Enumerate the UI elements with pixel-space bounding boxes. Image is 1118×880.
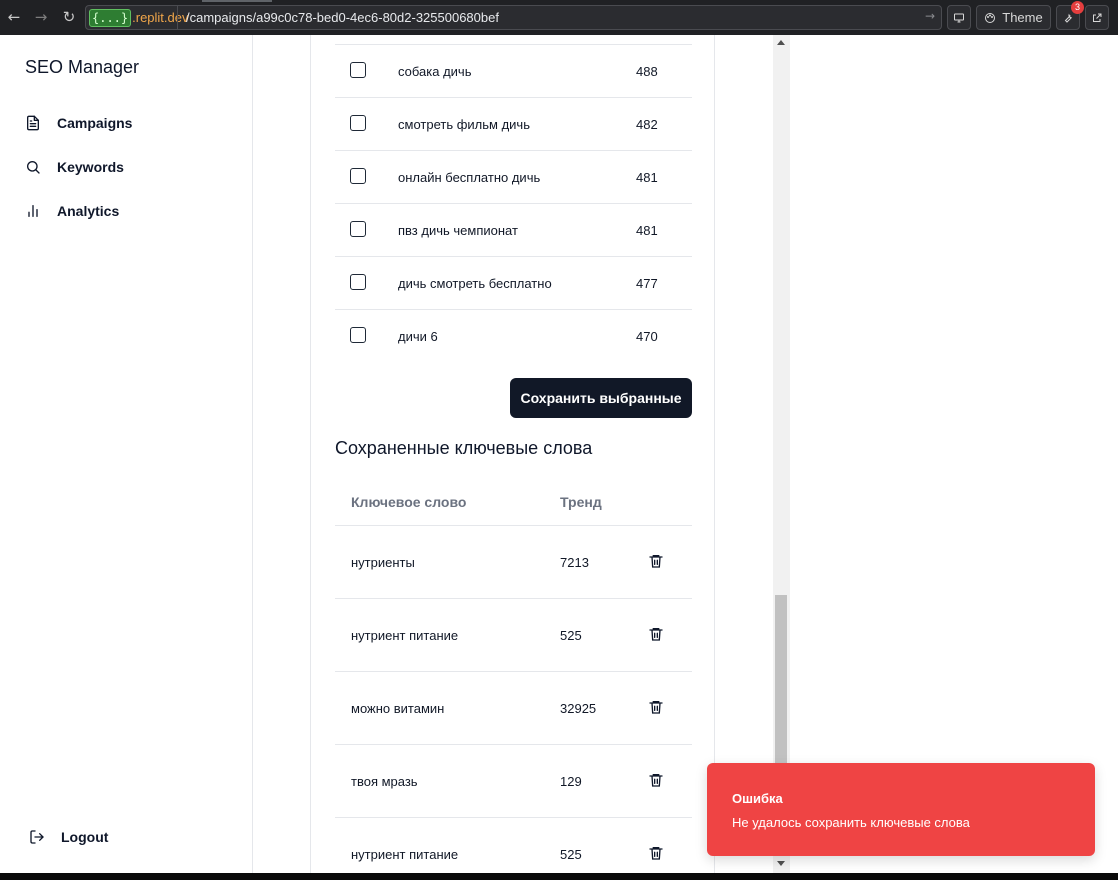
reload-icon[interactable]: ↻ xyxy=(59,7,79,27)
keyword-text: собака дичь xyxy=(398,64,472,79)
forward-icon[interactable]: → xyxy=(31,7,51,27)
theme-button[interactable]: Theme xyxy=(976,5,1051,30)
saved-keywords-table: Ключевое слово Тренд нутриенты 7213 нутр… xyxy=(335,480,692,873)
sidebar: SEO Manager Campaigns Keywords Analytics… xyxy=(0,35,253,873)
address-bar[interactable]: {...} .replit.dev /campaigns/a99c0c78-be… xyxy=(85,5,942,30)
logout-button[interactable]: Logout xyxy=(29,826,108,848)
saved-keyword: нутриент питание xyxy=(351,847,459,862)
list-item: дичь смотреть бесплатно 477 xyxy=(335,257,692,310)
keyword-volume: 482 xyxy=(636,117,658,132)
search-icon xyxy=(27,161,40,174)
url-go-icon[interactable]: → xyxy=(925,9,935,23)
list-item: пвз дичь чемпионат 481 xyxy=(335,204,692,257)
open-external-button[interactable] xyxy=(1085,5,1109,30)
saved-keyword: твоя мразь xyxy=(351,774,418,789)
trash-icon[interactable] xyxy=(648,553,664,569)
keyword-volume: 488 xyxy=(636,64,658,79)
table-row: твоя мразь 129 xyxy=(335,745,692,818)
main-content: собака дичь 488 смотреть фильм дичь 482 … xyxy=(310,35,715,873)
keyword-text: дичь смотреть бесплатно xyxy=(398,276,552,291)
file-text-icon xyxy=(27,115,39,131)
wrench-icon xyxy=(1064,13,1072,23)
suggested-keywords-list: собака дичь 488 смотреть фильм дичь 482 … xyxy=(335,44,692,363)
saved-trend: 7213 xyxy=(560,555,589,570)
saved-keywords-title: Сохраненные ключевые слова xyxy=(335,438,593,458)
trash-icon[interactable] xyxy=(648,772,664,788)
scrollbar-thumb[interactable] xyxy=(775,595,787,765)
keyword-text: смотреть фильм дичь xyxy=(398,117,530,132)
keyword-volume: 481 xyxy=(636,170,658,185)
trash-icon[interactable] xyxy=(648,626,664,642)
keyword-text: пвз дичь чемпионат xyxy=(398,223,518,238)
keyword-volume: 470 xyxy=(636,329,658,344)
keyword-volume: 481 xyxy=(636,223,658,238)
scroll-up-arrow[interactable] xyxy=(777,40,785,45)
bar-chart-icon xyxy=(28,205,38,217)
keyword-checkbox[interactable] xyxy=(350,115,366,131)
theme-label: Theme xyxy=(1002,10,1043,25)
keyword-text: онлайн бесплатно дичь xyxy=(398,170,541,185)
table-row: нутриент питание 525 xyxy=(335,599,692,672)
keyword-checkbox[interactable] xyxy=(350,168,366,184)
table-row: нутриенты 7213 xyxy=(335,526,692,599)
url-badge: {...} xyxy=(89,8,132,27)
devices-button[interactable] xyxy=(947,5,971,30)
keyword-checkbox[interactable] xyxy=(350,62,366,78)
saved-keyword: можно витамин xyxy=(351,701,445,716)
error-toast[interactable]: Ошибка Не удалось сохранить ключевые сло… xyxy=(707,763,1095,856)
list-item: онлайн бесплатно дичь 481 xyxy=(335,151,692,204)
toast-message: Не удалось сохранить ключевые слова xyxy=(732,815,970,830)
browser-toolbar: ← → ↻ {...} .replit.dev /campaigns/a99c0… xyxy=(0,0,1118,35)
keyword-checkbox[interactable] xyxy=(350,221,366,237)
save-selected-button[interactable]: Сохранить выбранные xyxy=(510,378,692,418)
saved-trend: 129 xyxy=(560,774,582,789)
saved-trend: 525 xyxy=(560,628,582,643)
sidebar-item-analytics[interactable]: Analytics xyxy=(25,200,119,222)
url-path: /campaigns/a99c0c78-bed0-4ec6-80d2-32550… xyxy=(186,10,499,25)
logout-icon xyxy=(30,830,44,844)
trash-icon[interactable] xyxy=(648,699,664,715)
url-host: {...} .replit.dev xyxy=(89,8,189,27)
table-row: можно витамин 32925 xyxy=(335,672,692,745)
monitor-icon xyxy=(954,13,964,22)
list-item: смотреть фильм дичь 482 xyxy=(335,98,692,151)
palette-icon xyxy=(985,12,996,23)
back-icon[interactable]: ← xyxy=(4,7,24,27)
external-link-icon xyxy=(1093,13,1102,22)
saved-keyword: нутриенты xyxy=(351,555,415,570)
extensions-button[interactable]: 3 xyxy=(1056,1,1084,30)
column-header-trend: Тренд xyxy=(560,494,602,510)
scroll-down-arrow[interactable] xyxy=(777,861,785,866)
table-row: нутриент питание 525 xyxy=(335,818,692,873)
extension-badge: 3 xyxy=(1071,1,1084,14)
sidebar-item-campaigns[interactable]: Campaigns xyxy=(25,112,132,134)
window-bottom-edge xyxy=(0,873,1118,880)
keyword-checkbox[interactable] xyxy=(350,327,366,343)
keyword-volume: 477 xyxy=(636,276,658,291)
keyword-checkbox[interactable] xyxy=(350,274,366,290)
keyword-text: дичи 6 xyxy=(398,329,438,344)
active-tab-indicator xyxy=(202,0,272,2)
column-header-keyword: Ключевое слово xyxy=(351,494,467,510)
sidebar-item-label: Campaigns xyxy=(57,115,133,131)
table-header: Ключевое слово Тренд xyxy=(335,480,692,526)
sidebar-item-keywords[interactable]: Keywords xyxy=(25,156,124,178)
toast-title: Ошибка xyxy=(732,791,783,806)
app-brand: SEO Manager xyxy=(25,57,140,77)
sidebar-item-label: Keywords xyxy=(57,159,124,175)
sidebar-item-label: Analytics xyxy=(57,203,120,219)
saved-trend: 525 xyxy=(560,847,582,862)
url-domain: .replit.dev xyxy=(132,10,189,25)
saved-keyword: нутриент питание xyxy=(351,628,459,643)
logout-label: Logout xyxy=(61,829,109,845)
saved-trend: 32925 xyxy=(560,701,597,716)
list-item: собака дичь 488 xyxy=(335,45,692,98)
list-item: дичи 6 470 xyxy=(335,310,692,363)
trash-icon[interactable] xyxy=(648,845,664,861)
url-separator xyxy=(177,6,178,29)
scrollbar[interactable] xyxy=(773,35,790,873)
